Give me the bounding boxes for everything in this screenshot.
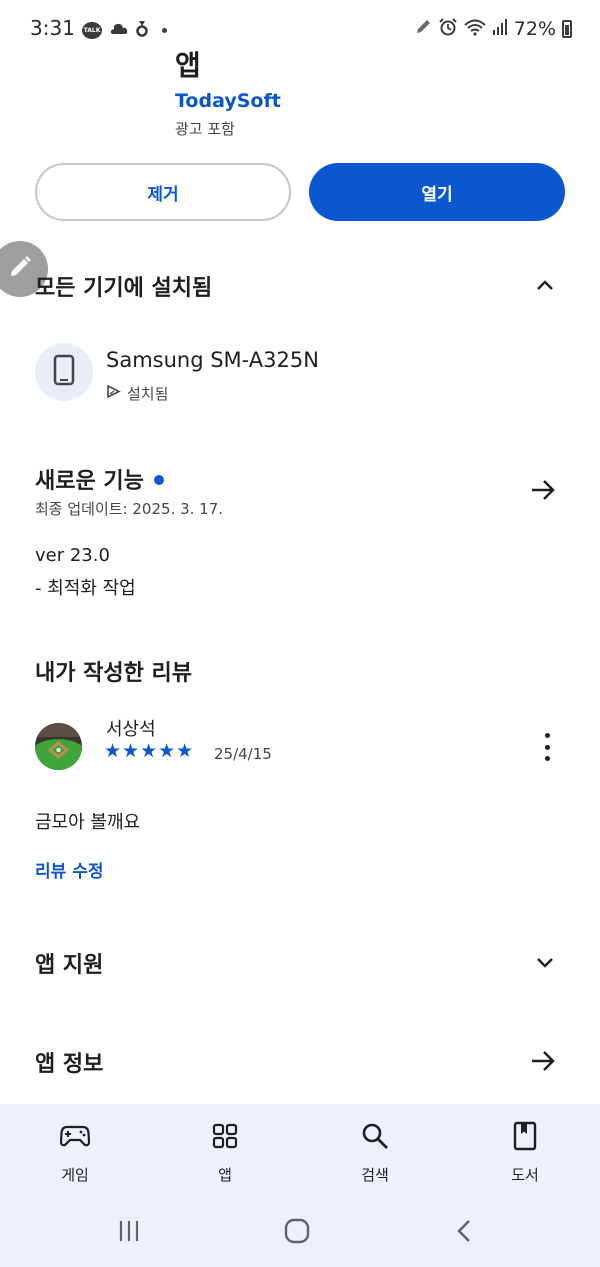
arrow-right-icon (530, 480, 556, 506)
my-review-title: 내가 작성한 리뷰 (35, 661, 192, 686)
developer-link[interactable]: TodaySoft (175, 90, 281, 112)
whats-new-title[interactable]: 새로운 기능 (35, 463, 164, 495)
apps-grid-icon (212, 1120, 238, 1152)
review-date: 25/4/15 (214, 745, 272, 763)
review-text: 금모아 볼깨요 (35, 812, 141, 833)
avatar (35, 723, 82, 770)
status-time: 3:31 (30, 16, 75, 40)
chevron-down-icon (534, 958, 556, 977)
cloud-icon (110, 21, 128, 40)
nav-search[interactable]: 검색 (315, 1104, 435, 1199)
kakaotalk-icon: TALK (82, 21, 102, 39)
system-navigation-bar (0, 1199, 600, 1267)
app-info-arrow-button[interactable] (530, 1049, 556, 1077)
nav-games-label: 게임 (61, 1166, 89, 1184)
notification-icons: TALK (82, 19, 167, 41)
wifi-icon (464, 18, 486, 40)
chevron-up-icon (534, 280, 556, 300)
whats-new-arrow-button[interactable] (530, 478, 556, 506)
contains-ads-label: 광고 포함 (175, 120, 235, 138)
app-info-title[interactable]: 앱 정보 (35, 1046, 103, 1078)
change-note: - 최적화 작업 (35, 578, 136, 599)
battery-icon (562, 20, 572, 38)
device-install-status: 설치됨 (106, 383, 168, 404)
recent-apps-icon[interactable] (118, 1220, 140, 1246)
installed-play-icon (106, 384, 121, 403)
nav-search-label: 검색 (361, 1166, 389, 1184)
whats-new-label: 새로운 기능 (35, 469, 144, 494)
arrow-right-icon (530, 1051, 556, 1077)
open-button[interactable]: 열기 (309, 163, 565, 221)
search-icon (361, 1120, 389, 1152)
system-icons: 72% (414, 17, 572, 41)
pen-icon (414, 18, 432, 40)
bottom-navigation: 게임 앱 검색 도서 (0, 1104, 600, 1199)
nav-apps-label: 앱 (218, 1166, 232, 1184)
gamepad-icon (60, 1120, 90, 1152)
nav-books-label: 도서 (511, 1166, 539, 1184)
home-icon[interactable] (284, 1218, 310, 1248)
nav-apps[interactable]: 앱 (165, 1104, 285, 1199)
status-bar: 3:31 TALK 72% (0, 0, 600, 56)
book-icon (513, 1120, 537, 1152)
new-indicator-dot (153, 475, 164, 485)
nav-games[interactable]: 게임 (15, 1104, 135, 1199)
pencil-icon (7, 254, 33, 284)
version-text: ver 23.0 (35, 545, 110, 566)
nav-books[interactable]: 도서 (465, 1104, 585, 1199)
signal-icon (492, 18, 508, 40)
battery-percent: 72% (513, 18, 556, 40)
back-icon[interactable] (455, 1219, 473, 1247)
reviewer-name: 서상석 (106, 719, 156, 740)
last-updated: 최종 업데이트: 2025. 3. 17. (35, 500, 224, 518)
star-rating: ★★★★★ (104, 740, 195, 762)
app-support-title[interactable]: 앱 지원 (35, 947, 103, 979)
uninstall-button[interactable]: 제거 (35, 163, 291, 221)
device-name: Samsung SM-A325N (106, 348, 319, 372)
expand-app-support-button[interactable] (534, 951, 556, 977)
collapse-button[interactable] (534, 274, 556, 300)
device-status-label: 설치됨 (127, 385, 169, 403)
app-notification-icon (136, 19, 148, 41)
more-notifications-dot (162, 27, 167, 33)
edit-review-link[interactable]: 리뷰 수정 (35, 857, 103, 882)
device-avatar (35, 343, 93, 401)
phone-icon (53, 354, 75, 390)
alarm-icon (438, 17, 458, 41)
more-options-icon[interactable] (535, 733, 559, 761)
app-title: 앱 (175, 49, 201, 82)
installed-section-title: 모든 기기에 설치됨 (35, 276, 213, 301)
